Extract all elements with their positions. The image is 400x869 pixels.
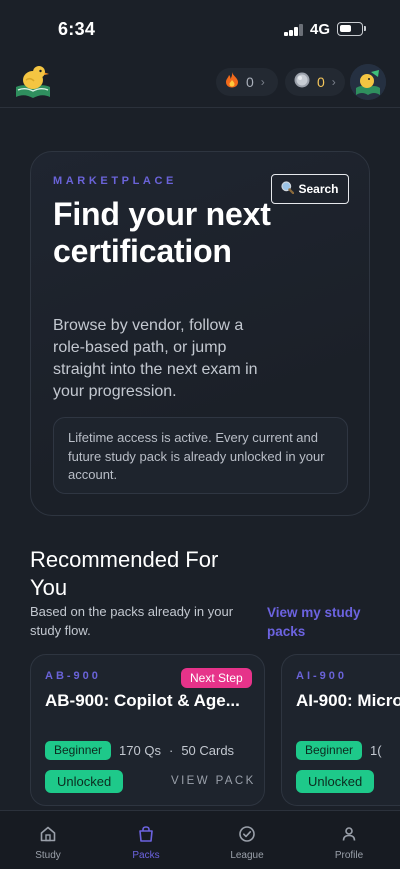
nav-label: Packs: [132, 850, 160, 861]
marketplace-hero-card: MARKETPLACE Search Find your next certif…: [30, 151, 370, 516]
pack-card-ab-900[interactable]: AB-900 Next Step AB-900: Copilot & Age..…: [30, 654, 265, 806]
unlocked-badge: Unlocked: [45, 770, 124, 793]
nav-label: League: [230, 850, 264, 861]
bag-icon: [137, 825, 155, 846]
nav-item-league[interactable]: League: [212, 825, 282, 861]
nav-item-profile[interactable]: Profile: [314, 825, 384, 861]
coin-counter[interactable]: 0 ›: [285, 68, 345, 96]
meta-separator: ·: [168, 743, 174, 758]
bottom-nav: Study Packs League Profile: [0, 810, 400, 869]
home-icon: [39, 825, 57, 846]
battery-icon: [337, 22, 366, 36]
view-pack-button[interactable]: VIEW PACK: [171, 775, 256, 787]
pack-code: AI-900: [296, 670, 348, 682]
pack-meta: Beginner 170 Qs · 50 Cards: [45, 741, 234, 760]
person-icon: [340, 825, 358, 846]
coin-icon: [294, 72, 310, 93]
next-step-badge: Next Step: [181, 668, 252, 688]
section-title: Recommended For You: [30, 547, 219, 600]
level-badge: Beginner: [296, 741, 363, 760]
status-time: 6:34: [58, 19, 96, 39]
pack-name: AI-900: Microsoft: [296, 691, 400, 710]
app-logo[interactable]: [14, 62, 52, 102]
search-icon: [281, 181, 295, 197]
section-subtitle: Based on the packs already in your study…: [30, 604, 234, 638]
question-count: 1(: [370, 743, 382, 758]
nav-label: Study: [35, 850, 61, 861]
pack-card-ai-900[interactable]: AI-900 AI-900: Microsoft Beginner 1( Unl…: [281, 654, 400, 806]
hero-description: Browse by vendor, follow a role-based pa…: [53, 317, 258, 400]
lifetime-access-notice: Lifetime access is active. Every current…: [53, 417, 348, 494]
card-count: 50 Cards: [181, 743, 235, 758]
nav-label: Profile: [334, 850, 364, 861]
nav-item-packs[interactable]: Packs: [111, 825, 181, 861]
chevron-right-icon: ›: [260, 75, 265, 89]
view-my-study-packs-link[interactable]: View my study packs: [267, 603, 377, 641]
level-badge: Beginner: [45, 741, 112, 760]
check-circle-icon: [238, 825, 256, 846]
pack-code: AB-900: [45, 670, 101, 682]
search-button-label: Search: [298, 182, 339, 196]
nav-item-study[interactable]: Study: [13, 825, 83, 861]
streak-counter[interactable]: 0 ›: [216, 68, 278, 96]
unlocked-badge: Unlocked: [296, 770, 375, 793]
chevron-right-icon: ›: [331, 75, 336, 89]
app-header: 0 › 0 ›: [0, 58, 400, 108]
network-label: 4G: [310, 21, 331, 38]
fire-icon: [225, 71, 239, 93]
avatar[interactable]: [350, 64, 386, 100]
marketplace-eyebrow: MARKETPLACE: [53, 175, 177, 187]
signal-icon: [284, 24, 303, 36]
pack-meta: Beginner 1(: [296, 741, 382, 760]
coin-value: 0: [317, 74, 325, 90]
status-bar: 6:34 4G: [0, 0, 400, 58]
page-title: Find your next certification: [53, 196, 271, 269]
question-count: 170 Qs: [119, 743, 161, 758]
streak-value: 0: [246, 74, 254, 90]
pack-name: AB-900: Copilot & Age...: [45, 691, 240, 710]
